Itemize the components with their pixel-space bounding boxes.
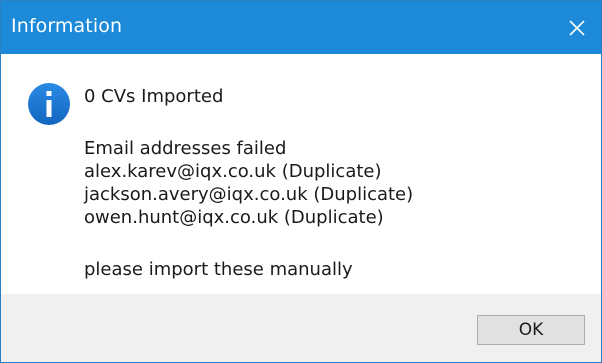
failed-entry: owen.hunt@iqx.co.uk (Duplicate)	[84, 207, 384, 228]
title-bar[interactable]: Information	[1, 1, 601, 54]
failed-entry: jackson.avery@iqx.co.uk (Duplicate)	[84, 184, 414, 205]
close-button[interactable]	[553, 1, 601, 54]
message-area: 0 CVs Imported Email addresses failed al…	[1, 54, 601, 294]
button-bar: OK	[1, 294, 601, 362]
ok-button[interactable]: OK	[477, 315, 585, 345]
failed-header: Email addresses failed	[84, 138, 287, 159]
failed-entry: alex.karev@iqx.co.uk (Duplicate)	[84, 161, 382, 182]
close-icon	[569, 19, 585, 36]
info-icon	[28, 83, 70, 125]
information-dialog: Information 0 CVs Imported Email address…	[0, 0, 602, 363]
import-summary: 0 CVs Imported	[84, 86, 224, 107]
window-title: Information	[11, 15, 123, 37]
import-instruction: please import these manually	[84, 259, 353, 280]
